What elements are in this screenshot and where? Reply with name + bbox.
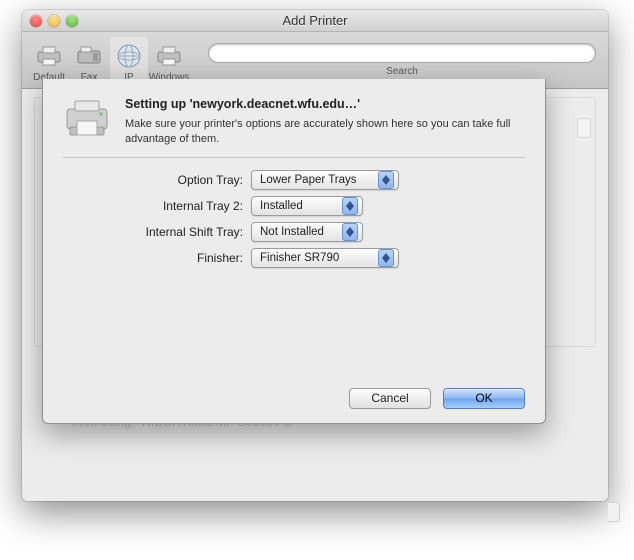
updown-arrows-icon (342, 223, 358, 241)
option-row: Finisher: Finisher SR790 (63, 248, 525, 268)
sheet-subtitle: Make sure your printer's options are acc… (125, 117, 525, 147)
window-title: Add Printer (22, 13, 608, 28)
toolbar-modes: Default Fax IP Windows (30, 37, 188, 83)
minimize-window-button[interactable] (48, 15, 60, 27)
background-scroll-notch (608, 502, 620, 522)
toolbar-ip[interactable]: IP (110, 37, 148, 83)
search-area: Search (208, 43, 596, 77)
popup-value: Lower Paper Trays (260, 174, 357, 186)
option-row: Internal Tray 2: Installed (63, 196, 525, 216)
globe-icon (114, 41, 144, 71)
option-tray-popup[interactable]: Lower Paper Trays (251, 170, 399, 190)
sheet-title: Setting up 'newyork.deacnet.wfu.edu…' (125, 97, 525, 111)
toolbar-windows[interactable]: Windows (150, 37, 188, 83)
options-sheet: Setting up 'newyork.deacnet.wfu.edu…' Ma… (42, 79, 546, 424)
popup-value: Installed (260, 200, 303, 212)
close-window-button[interactable] (30, 15, 42, 27)
toolbar-default[interactable]: Default (30, 37, 68, 83)
option-label: Option Tray: (63, 173, 243, 187)
updown-arrows-icon (378, 249, 394, 267)
internal-tray2-popup[interactable]: Installed (251, 196, 363, 216)
divider (63, 157, 525, 158)
options-list: Option Tray: Lower Paper Trays Internal … (63, 170, 525, 268)
option-row: Option Tray: Lower Paper Trays (63, 170, 525, 190)
toolbar-fax[interactable]: Fax (70, 37, 108, 83)
popup-value: Finisher SR790 (260, 252, 339, 264)
option-row: Internal Shift Tray: Not Installed (63, 222, 525, 242)
printer-windows-icon (154, 41, 184, 71)
finisher-popup[interactable]: Finisher SR790 (251, 248, 399, 268)
history-stepper (577, 118, 591, 138)
titlebar: Add Printer (22, 10, 608, 32)
zoom-window-button[interactable] (66, 15, 78, 27)
option-label: Finisher: (63, 251, 243, 265)
search-input[interactable] (208, 43, 596, 63)
ok-button[interactable]: OK (443, 388, 525, 409)
printer-large-icon (63, 97, 111, 147)
sheet-button-row: Cancel OK (63, 388, 525, 409)
fax-icon (74, 41, 104, 71)
printer-icon (34, 41, 64, 71)
traffic-lights (30, 15, 78, 27)
cancel-button[interactable]: Cancel (349, 388, 431, 409)
option-label: Internal Shift Tray: (63, 225, 243, 239)
internal-shift-tray-popup[interactable]: Not Installed (251, 222, 363, 242)
updown-arrows-icon (378, 171, 394, 189)
search-label: Search (386, 66, 418, 77)
popup-value: Not Installed (260, 226, 324, 238)
updown-arrows-icon (342, 197, 358, 215)
option-label: Internal Tray 2: (63, 199, 243, 213)
